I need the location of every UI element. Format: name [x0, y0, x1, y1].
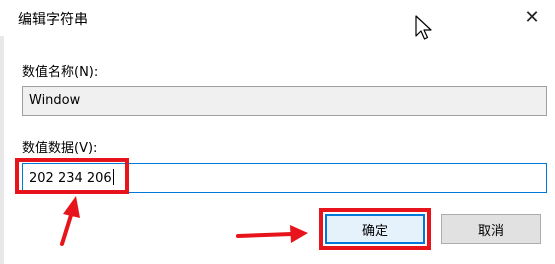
cancel-button-label: 取消	[477, 223, 504, 239]
window-edge	[0, 0, 4, 264]
input-highlight-box	[15, 158, 129, 194]
close-icon: ✕	[524, 6, 540, 28]
value-name-field: Window	[22, 86, 547, 116]
close-button[interactable]: ✕	[515, 2, 549, 32]
right-arrow-icon	[236, 225, 308, 243]
dialog-title: 编辑字符串	[18, 12, 88, 28]
edit-string-dialog: 编辑字符串 ✕ 数值名称(N): Window 数值数据(V): 202 234…	[0, 0, 555, 264]
cancel-button[interactable]: 取消	[441, 214, 541, 244]
title-bar[interactable]: 编辑字符串 ✕	[0, 0, 555, 36]
value-name-label: 数值名称(N):	[22, 65, 99, 80]
value-data-label: 数值数据(V):	[22, 141, 98, 156]
value-name-text: Window	[29, 93, 81, 108]
mouse-cursor-icon	[415, 15, 432, 40]
ok-highlight-box	[319, 208, 431, 250]
up-arrow-icon	[60, 196, 80, 246]
